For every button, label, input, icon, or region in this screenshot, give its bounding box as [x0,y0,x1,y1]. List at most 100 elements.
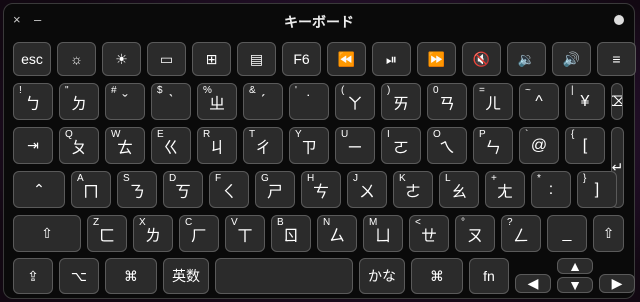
key-label: 英数 [172,268,200,284]
key-mission-control[interactable]: ▭ [147,42,186,76]
key-X[interactable]: Xㄌ [133,215,173,252]
key-f6[interactable]: F6 [282,42,321,76]
key-L[interactable]: Lㄠ [439,171,479,208]
option-key[interactable]: ⌥ [59,258,99,294]
key-volume-down[interactable]: 🔉 [507,42,546,76]
kana-key[interactable]: かな [359,258,405,294]
key-main-label: ㄕ [266,183,283,201]
key-°[interactable]: ° ㄡ [455,215,495,252]
key-H[interactable]: Hㄘ [301,171,341,208]
key-C[interactable]: Cㄏ [179,215,219,252]
left-shift-key[interactable]: ⇧ [13,215,81,252]
key-ㄢ[interactable]: 0ㄢ [427,83,467,120]
key-main-label: _ [562,224,572,242]
key-fast-forward[interactable]: ⏩ [417,42,456,76]
key-E[interactable]: Eㄍ [151,127,191,164]
arrow-left-key[interactable]: ◀ [515,274,551,293]
key-O[interactable]: Oㄟ [427,127,467,164]
key-mute[interactable]: 🔇 [462,42,501,76]
control-key[interactable]: ⌃ [13,171,65,208]
key-play-pause[interactable]: ⏯ [372,42,411,76]
key-W[interactable]: Wㄊ [105,127,145,164]
key-main-label: ㄊ [116,139,133,157]
key-main-label: ˊ [260,92,266,110]
options-menu-icon[interactable] [614,9,624,25]
key-Y[interactable]: Yㄗ [289,127,329,164]
key-A[interactable]: Aㄇ [71,171,111,208]
key-main-label: ㄜ [404,183,421,201]
key-Z[interactable]: Zㄈ [87,215,127,252]
key-list[interactable]: ≡ [597,42,636,76]
key-V[interactable]: Vㄒ [225,215,265,252]
arrow-up-key[interactable]: ▲ [557,258,593,274]
key-ˋ[interactable]: $ ˋ [151,83,191,120]
key-^[interactable]: ~ ^ [519,83,559,120]
key-¥[interactable]: | ¥ [565,83,605,120]
key-main-label: ㄟ [438,139,455,157]
key-main-label: ㄤ [496,183,513,201]
key-label: F6 [293,51,310,67]
key-{[interactable]: {[ [565,127,605,164]
tab-key[interactable]: ⇥ [13,127,53,164]
key-main-label: ㄒ [236,227,253,245]
delete-key[interactable]: ⌫ [611,83,623,120]
space-key[interactable] [215,258,353,294]
key-main-label: ˋ [168,92,174,110]
key-brightness-down[interactable]: ☼ [57,42,96,76]
key-ㄦ[interactable]: = ㄦ [473,83,513,120]
key-keyboard-backlight[interactable]: ▤ [237,42,276,76]
fn-key[interactable]: fn [469,258,509,294]
key-R[interactable]: Rㄐ [197,127,237,164]
key-*[interactable]: *: [531,171,571,208]
right-command-key[interactable]: ⌘ [411,258,463,294]
key-N[interactable]: Nㄙ [317,215,357,252]
key-main-label: ㄨ [358,183,375,201]
key-main-label: ㄉ [70,95,87,113]
keyboard-viewer-window: × – キーボード esc ☼ ☀ ▭ ⊞ ▤ F6 ⏪ ⏯ ⏩ 🔇 🔉 🔊 ≡ !ㄅ"ㄉ#ˇ$ˋ%ㄓ&ˊ'… [3,3,636,299]
key-I[interactable]: Iㄛ [381,127,421,164]
key-ˇ[interactable]: # ˇ [105,83,145,120]
key-ㄞ[interactable]: ) ㄞ [381,83,421,120]
volume-up-icon: 🔊 [562,50,581,67]
key-B[interactable]: Bㄖ [271,215,311,252]
key-ˊ[interactable]: & ˊ [243,83,283,120]
key-M[interactable]: Mㄩ [363,215,403,252]
key-`[interactable]: ` @ [519,127,559,164]
key-˙[interactable]: ' ˙ [289,83,329,120]
control-icon: ⌃ [33,181,45,197]
eisu-key[interactable]: 英数 [163,258,209,294]
key-ㄚ[interactable]: (ㄚ [335,83,375,120]
key-Q[interactable]: Qㄆ [59,127,99,164]
key-K[interactable]: Kㄜ [393,171,433,208]
key-S[interactable]: Sㄋ [117,171,157,208]
key-ㄅ[interactable]: ! ㄅ [13,83,53,120]
key-underscore[interactable]: _ [547,215,587,252]
key-}[interactable]: }] [577,171,617,208]
key-label: fn [483,268,495,284]
key-J[interactable]: Jㄨ [347,171,387,208]
caps-lock-key[interactable]: ⇪ [13,258,53,294]
key-+[interactable]: + ㄤ [485,171,525,208]
arrow-right-key[interactable]: ▶ [599,274,635,293]
key-U[interactable]: Uㄧ [335,127,375,164]
key-volume-up[interactable]: 🔊 [552,42,591,76]
shift-icon: ⇧ [41,225,53,241]
left-command-key[interactable]: ⌘ [105,258,157,294]
key-<[interactable]: < ㄝ [409,215,449,252]
key-launchpad[interactable]: ⊞ [192,42,231,76]
key-F[interactable]: Fㄑ [209,171,249,208]
key-G[interactable]: Gㄕ [255,171,295,208]
key-rewind[interactable]: ⏪ [327,42,366,76]
key-ㄓ[interactable]: % ㄓ [197,83,237,120]
key-T[interactable]: Tㄔ [243,127,283,164]
right-shift-key[interactable]: ⇧ [593,215,624,252]
key-esc[interactable]: esc [13,42,51,76]
key-ㄉ[interactable]: " ㄉ [59,83,99,120]
key-main-label: ㄗ [300,139,317,157]
key-brightness-up[interactable]: ☀ [102,42,141,76]
key-?[interactable]: ? ㄥ [501,215,541,252]
key-P[interactable]: Pㄣ [473,127,513,164]
arrow-down-key[interactable]: ▼ [557,277,593,293]
key-main-label: ㄣ [484,139,501,157]
key-D[interactable]: Dㄎ [163,171,203,208]
